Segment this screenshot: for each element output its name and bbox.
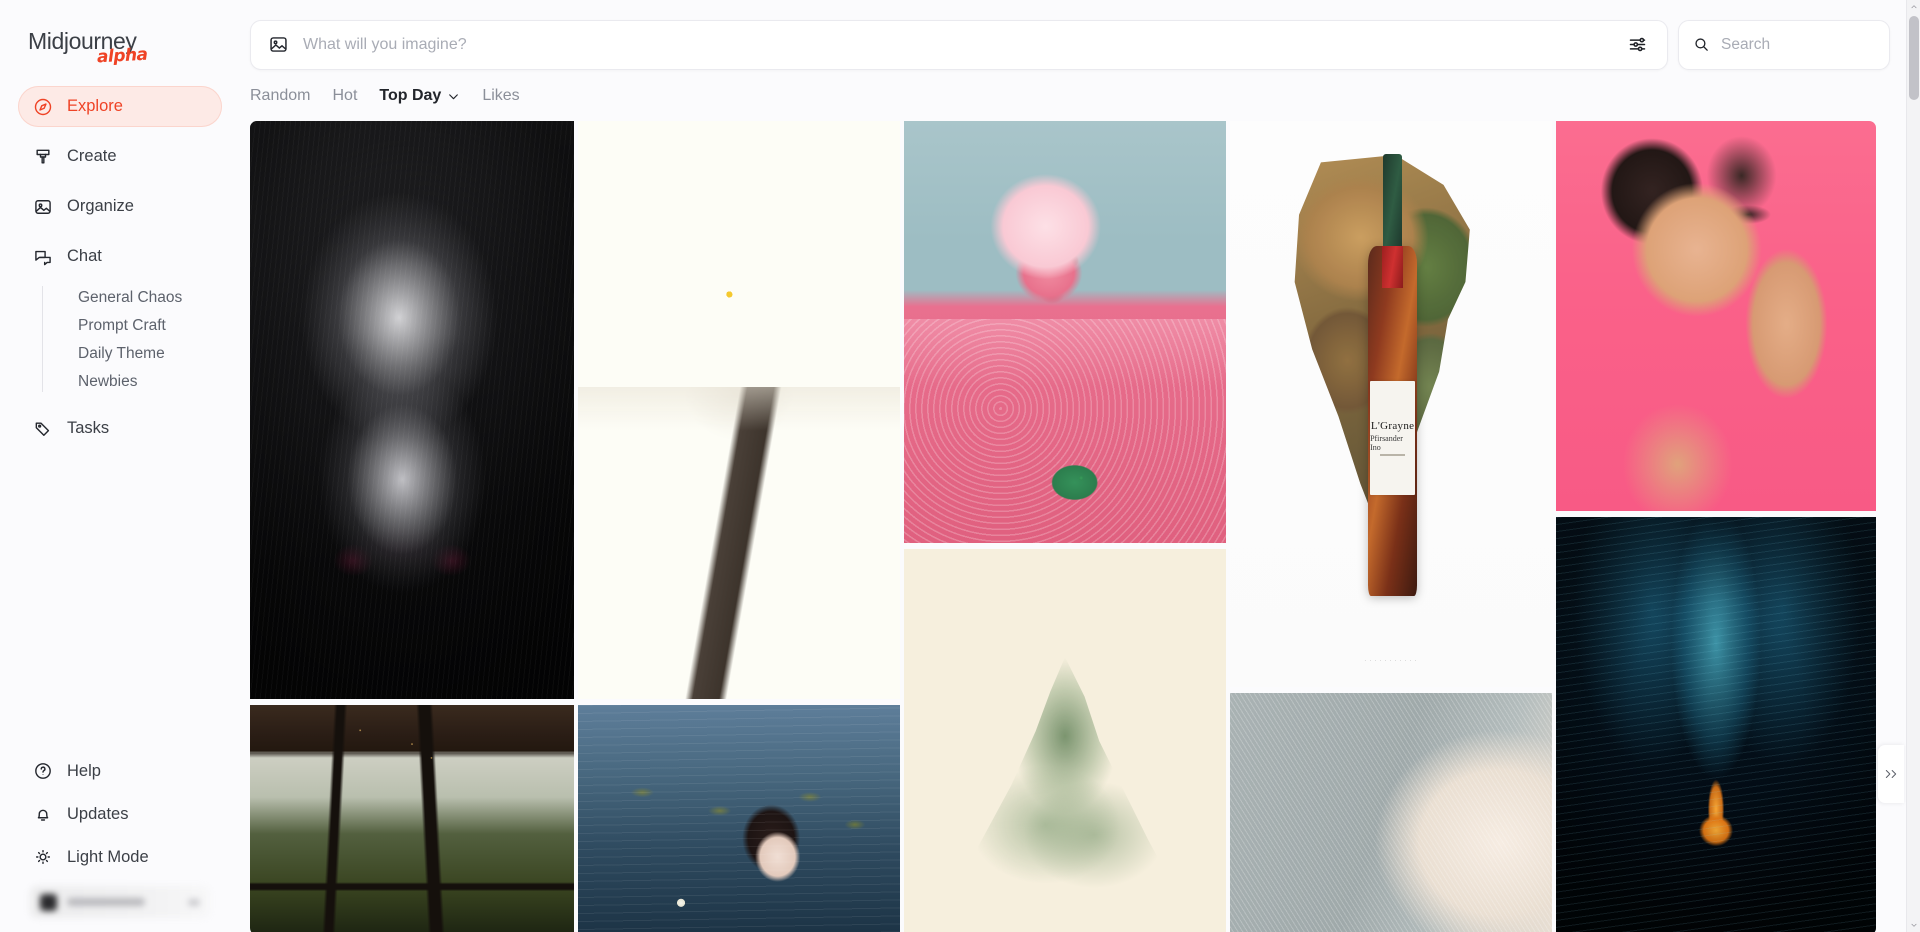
tab-random[interactable]: Random	[250, 87, 310, 105]
sidebar-item-tasks[interactable]: Tasks	[18, 408, 222, 449]
sidebar-item-explore-label: Explore	[67, 97, 123, 115]
artwork-white-cat-earbud	[1230, 693, 1552, 932]
chevron-down-icon	[447, 90, 460, 103]
scroll-up-arrow-icon[interactable]	[1907, 0, 1920, 14]
artwork-lily-pond-woman	[578, 705, 900, 932]
artwork-green-mountain	[904, 549, 1226, 932]
gallery-tile-green-mountain[interactable]	[904, 549, 1226, 932]
gallery-tile-cabin-window[interactable]	[250, 705, 574, 932]
artwork-joker-portrait	[250, 121, 574, 699]
app-root: Midjourney alpha Explore Create Organize…	[0, 0, 1920, 932]
chat-channel-list: General Chaos Prompt Craft Daily Theme N…	[18, 284, 222, 396]
sidebar-item-organize[interactable]: Organize	[18, 186, 222, 227]
scrollbar-thumb[interactable]	[1909, 16, 1919, 100]
sidebar-item-updates[interactable]: Updates	[18, 795, 222, 833]
sidebar-item-help-label: Help	[67, 761, 101, 780]
tab-top-day-label: Top Day	[379, 87, 442, 104]
sun-icon	[32, 847, 53, 868]
user-profile-row[interactable]	[30, 886, 210, 918]
panel-toggle-handle[interactable]	[1878, 745, 1904, 803]
prompt-input[interactable]	[303, 35, 1623, 54]
app-logo[interactable]: Midjourney alpha	[0, 0, 240, 86]
gallery-tile-lily-pond-woman[interactable]	[578, 705, 900, 932]
search-icon	[1695, 38, 1708, 51]
artwork-pink-gorilla-mug	[904, 121, 1226, 543]
sidebar-item-newbies[interactable]: Newbies	[56, 368, 222, 396]
gallery-tile-speedboat-night[interactable]	[1556, 517, 1876, 932]
grid-column	[1556, 121, 1876, 932]
wine-label-line-1: L'Grayne	[1370, 420, 1415, 433]
poster-footer-text: · · · · · · · · · · ·	[1364, 658, 1418, 665]
gallery-scroll-area[interactable]: L'Grayne Pfirsander Ino · · · · · · · · …	[240, 121, 1920, 932]
brush-icon	[32, 146, 53, 167]
search-input[interactable]	[1721, 35, 1920, 54]
sidebar-item-organize-label: Organize	[67, 197, 134, 215]
artwork-flower-head-suit	[578, 121, 900, 699]
sidebar-item-prompt-craft[interactable]: Prompt Craft	[56, 312, 222, 340]
sidebar: Midjourney alpha Explore Create Organize…	[0, 0, 240, 932]
chat-icon	[32, 246, 53, 267]
bell-icon	[32, 804, 53, 825]
gallery-tile-pink-gorilla-mug[interactable]	[904, 121, 1226, 543]
user-menu-dots-icon	[188, 898, 200, 906]
sidebar-item-tasks-label: Tasks	[67, 419, 110, 437]
sidebar-item-create-label: Create	[67, 147, 117, 165]
search-bar[interactable]	[1678, 19, 1920, 70]
gallery-tile-africa-wine-poster[interactable]: L'Grayne Pfirsander Ino · · · · · · · · …	[1230, 121, 1552, 687]
image-icon[interactable]	[268, 34, 289, 55]
artwork-popart-girl-pink	[1556, 121, 1876, 511]
tab-likes-label: Likes	[482, 87, 520, 104]
sliders-icon[interactable]	[1623, 31, 1651, 59]
sidebar-item-create[interactable]: Create	[18, 136, 222, 177]
sidebar-item-general-chaos[interactable]: General Chaos	[56, 284, 222, 312]
main-content: Random Hot Top Day Likes	[240, 0, 1920, 932]
grid-column	[250, 121, 574, 932]
sidebar-item-explore[interactable]: Explore	[18, 86, 222, 127]
scroll-down-arrow-icon[interactable]	[1907, 918, 1920, 932]
sidebar-item-chat-label: Chat	[67, 247, 102, 265]
artwork-cabin-window	[250, 705, 574, 932]
gallery-tile-white-cat-earbud[interactable]	[1230, 693, 1552, 932]
grid-column: L'Grayne Pfirsander Ino · · · · · · · · …	[1230, 121, 1552, 932]
sidebar-secondary-nav: Help Updates Light Mode	[0, 752, 240, 932]
sidebar-item-help[interactable]: Help	[18, 752, 222, 790]
sidebar-item-chat[interactable]: Chat	[18, 236, 222, 277]
gallery-tile-popart-girl-pink[interactable]	[1556, 121, 1876, 511]
logo-alpha-badge: alpha	[96, 44, 149, 68]
wine-bottle-label: L'Grayne Pfirsander Ino	[1370, 381, 1416, 495]
image-icon	[32, 196, 53, 217]
wine-label-rule	[1379, 454, 1406, 456]
artwork-speedboat-night	[1556, 517, 1876, 932]
sidebar-item-light-mode[interactable]: Light Mode	[18, 838, 222, 876]
tab-likes[interactable]: Likes	[482, 87, 519, 105]
artwork-africa-wine-poster: L'Grayne Pfirsander Ino · · · · · · · · …	[1230, 121, 1552, 687]
wine-label-line-2: Pfirsander Ino	[1370, 434, 1403, 453]
sidebar-item-light-mode-label: Light Mode	[67, 847, 149, 866]
avatar	[40, 893, 57, 911]
expand-panel-icon	[1885, 770, 1897, 778]
compass-icon	[32, 96, 53, 117]
prompt-bar[interactable]	[250, 19, 1668, 70]
tag-icon	[32, 418, 53, 439]
image-grid: L'Grayne Pfirsander Ino · · · · · · · · …	[250, 121, 1920, 932]
tab-hot[interactable]: Hot	[332, 87, 357, 105]
sidebar-item-updates-label: Updates	[67, 804, 129, 823]
primary-nav: Explore Create Organize Chat General Cha…	[0, 86, 240, 458]
sidebar-item-daily-theme[interactable]: Daily Theme	[56, 340, 222, 368]
tab-top-day[interactable]: Top Day	[379, 87, 460, 105]
tab-hot-label: Hot	[332, 87, 358, 104]
gallery-tile-joker-portrait[interactable]	[250, 121, 574, 699]
top-bar	[240, 0, 1920, 72]
vertical-scrollbar[interactable]	[1906, 0, 1920, 932]
gallery-tile-flower-head-suit[interactable]	[578, 121, 900, 699]
question-circle-icon	[32, 761, 53, 782]
filter-tabs: Random Hot Top Day Likes	[240, 72, 1920, 121]
grid-column	[904, 121, 1226, 932]
grid-column	[578, 121, 900, 932]
user-name	[67, 898, 145, 906]
tab-random-label: Random	[250, 87, 311, 104]
